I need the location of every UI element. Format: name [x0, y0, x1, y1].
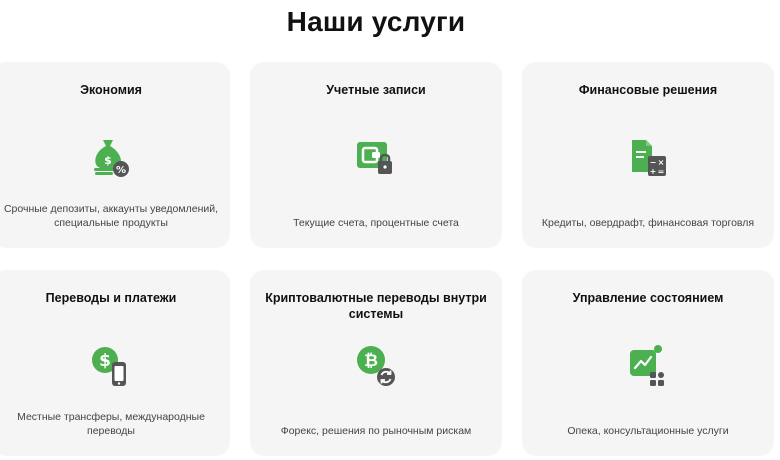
svg-text:%: %: [116, 165, 126, 176]
service-card-description: Кредиты, овердрафт, финансовая торговля: [541, 217, 755, 229]
bitcoin-exchange-icon: ₿: [352, 342, 400, 390]
svg-text:−: −: [650, 158, 657, 167]
service-card-description: Форекс, решения по рыночным рискам: [280, 425, 472, 437]
svg-text:+: +: [650, 167, 657, 176]
service-card-crypto-transfers[interactable]: Криптовалютные переводы внутри системы ₿…: [250, 270, 502, 456]
service-card-description: Местные трансферы, международные перевод…: [17, 411, 205, 437]
money-bag-percent-icon: $ %: [87, 134, 135, 182]
page-title: Наши услуги: [286, 6, 466, 37]
svg-text:=: =: [658, 167, 665, 176]
service-card-description: Текущие счета, процентные счета: [293, 217, 459, 229]
document-calculator-icon: − × + =: [624, 134, 672, 182]
service-card-description: Опека, консультационные услуги: [567, 425, 729, 437]
service-card-description: Срочные депозиты, аккаунты уведомлений, …: [3, 203, 219, 229]
service-card-title: Учетные записи: [326, 83, 426, 97]
svg-text:₿: ₿: [364, 351, 378, 371]
svg-text:$: $: [104, 154, 112, 167]
service-card-title: Финансовые решения: [578, 83, 718, 97]
service-card-title: Переводы и платежи: [45, 291, 177, 305]
service-card-wealth-management[interactable]: Управление состоянием Опека, консультаци…: [522, 270, 774, 456]
wealth-chart-icon: [624, 342, 672, 390]
service-card-transfers[interactable]: Переводы и платежи $ Местные трансферы, …: [0, 270, 230, 456]
services-page: Наши услуги Экономия $ % Срочные депозит…: [0, 0, 780, 460]
svg-text:$: $: [99, 351, 111, 371]
dollar-coin-phone-icon: $: [87, 342, 135, 390]
service-card-savings[interactable]: Экономия $ % Срочные депозиты, аккаунты …: [0, 62, 230, 248]
svg-text:×: ×: [658, 158, 665, 167]
wallet-lock-icon: [352, 134, 400, 182]
service-card-financial-solutions[interactable]: Финансовые решения − × + = Кредиты, овер…: [522, 62, 774, 248]
service-card-title: Экономия: [80, 83, 142, 97]
service-card-title: Криптовалютные переводы внутри системы: [265, 291, 487, 321]
service-card-title: Управление состоянием: [572, 291, 724, 305]
service-card-accounts[interactable]: Учетные записи Текущие счета, процентные…: [250, 62, 502, 248]
